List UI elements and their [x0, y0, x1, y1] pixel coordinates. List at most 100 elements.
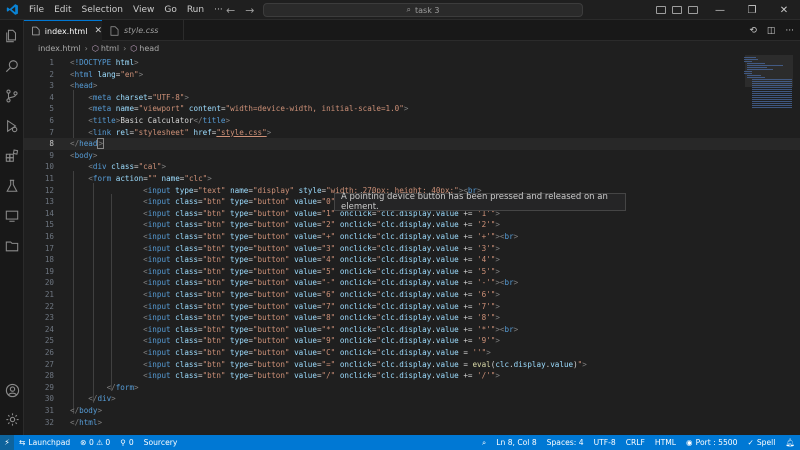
menu-selection[interactable]: Selection	[77, 0, 128, 20]
search-text: task 3	[415, 5, 440, 15]
search-icon[interactable]	[0, 54, 24, 78]
menu-go[interactable]: Go	[159, 0, 181, 20]
breadcrumb-element-icon: ⬡	[91, 43, 99, 53]
editor-actions: ⟲ ◫ ···	[749, 20, 794, 41]
chevron-right-icon: ›	[84, 43, 88, 53]
code-line: 4 <meta charset="UTF-8">	[49, 92, 189, 102]
zoom-icon[interactable]: ⌕	[477, 438, 491, 448]
code-line: 16 <input class="btn" type="button" valu…	[44, 232, 519, 241]
code-line: 20 <input class="btn" type="button" valu…	[44, 278, 519, 288]
code-line: 6 <title>Basic Calculator</title>	[49, 116, 231, 125]
port-label: Port : 5500	[695, 438, 738, 447]
code-line: 24 <input class="btn" type="button" valu…	[44, 324, 519, 334]
language-mode[interactable]: HTML	[650, 438, 681, 447]
remote-explorer-icon[interactable]	[0, 204, 24, 228]
indentation[interactable]: Spaces: 4	[542, 438, 589, 447]
activity-bar	[0, 20, 24, 435]
code-line: 27 <input class="btn" type="button" valu…	[44, 359, 587, 369]
extensions-icon[interactable]	[0, 144, 24, 168]
menu-run[interactable]: Run	[182, 0, 209, 20]
notifications-bell-icon[interactable]: 🔔︎	[780, 438, 800, 447]
vscode-logo-icon	[0, 0, 24, 20]
menu-file[interactable]: File	[24, 0, 49, 20]
tab-label: style.css	[124, 26, 159, 35]
more-actions-icon[interactable]: ···	[785, 26, 794, 36]
broadcast-icon: ◉	[686, 438, 693, 447]
antenna-icon: ⚲	[120, 438, 126, 447]
ports-count: 0	[128, 438, 134, 447]
run-debug-icon[interactable]	[0, 114, 24, 138]
code-line: 31 </body>	[44, 406, 103, 415]
file-icon	[32, 26, 40, 36]
menu-view[interactable]: View	[128, 0, 159, 20]
code-line: 23 <input class="btn" type="button" valu…	[44, 313, 500, 323]
tab-index-html[interactable]: index.html ✕	[24, 20, 102, 41]
close-window-button[interactable]: ✕	[768, 5, 800, 16]
line-endings[interactable]: CRLF	[621, 438, 650, 447]
testing-icon[interactable]	[0, 174, 24, 198]
code-line: 2 <html lang="en">	[49, 69, 144, 79]
settings-gear-icon[interactable]	[0, 407, 24, 431]
sourcery-item[interactable]: Sourcery	[139, 438, 183, 447]
file-icon	[110, 25, 119, 36]
code-line: 3 <head>	[49, 81, 98, 91]
status-bar: ⚡ ⇆ Launchpad ⊗ 0 ⚠ 0 ⚲ 0 Sourcery ⌕ Ln …	[0, 435, 800, 450]
history-icon[interactable]: ⟲	[749, 26, 757, 36]
window-controls: — ❐ ✕	[704, 0, 800, 20]
code-line: 22 <input class="btn" type="button" valu…	[44, 301, 500, 311]
back-arrow-icon[interactable]: ←	[226, 4, 235, 17]
code-line: 17 <input class="btn" type="button" valu…	[44, 243, 500, 253]
code-line: 18 <input class="btn" type="button" valu…	[44, 255, 500, 265]
close-icon[interactable]: ✕	[94, 26, 102, 36]
toggle-primary-sidebar-icon[interactable]	[656, 6, 666, 14]
toggle-panel-icon[interactable]	[672, 6, 682, 14]
layout-controls	[656, 0, 698, 20]
breadcrumb: index.html › ⬡ html › ⬡ head	[24, 41, 800, 55]
tooltip-text: A pointing device button has been presse…	[341, 192, 608, 212]
live-server-port[interactable]: ◉ Port : 5500	[681, 438, 742, 447]
code-line: 19 <input class="btn" type="button" valu…	[44, 266, 500, 276]
command-center-search[interactable]: ⌕ task 3	[263, 3, 583, 17]
explorer-icon[interactable]	[0, 24, 24, 48]
menu-edit[interactable]: Edit	[49, 0, 76, 20]
breadcrumb-file[interactable]: index.html	[38, 44, 81, 53]
menu-bar: File Edit Selection View Go Run ···	[24, 0, 228, 20]
launchpad-icon: ⇆	[19, 438, 26, 447]
code-line: 32 </html>	[44, 417, 103, 427]
check-icon: ✓	[747, 438, 754, 447]
minimize-button[interactable]: —	[704, 5, 736, 16]
menu-more[interactable]: ···	[209, 0, 228, 20]
code-line: 1 <!DOCTYPE html>	[49, 58, 139, 67]
split-editor-icon[interactable]: ◫	[767, 26, 776, 36]
ports-item[interactable]: ⚲ 0	[115, 438, 138, 447]
spell-label: Spell	[756, 438, 776, 447]
encoding[interactable]: UTF-8	[589, 438, 621, 447]
minimap[interactable]	[742, 55, 792, 115]
maximize-button[interactable]: ❐	[736, 5, 768, 16]
cursor-position[interactable]: Ln 8, Col 8	[491, 438, 541, 447]
tab-style-css[interactable]: style.css	[102, 20, 184, 41]
breadcrumb-element-icon: ⬡	[130, 43, 138, 53]
editor-tab-bar: index.html ✕ style.css ⟲ ◫ ···	[24, 20, 800, 41]
code-line: 28 <input class="btn" type="button" valu…	[44, 371, 500, 381]
launchpad-label: Launchpad	[28, 438, 71, 447]
chevron-right-icon: ›	[123, 43, 127, 53]
code-line: 10 <div class="cal">	[44, 162, 167, 172]
folder-icon[interactable]	[0, 234, 24, 258]
breadcrumb-html[interactable]: html	[101, 44, 119, 53]
toggle-secondary-sidebar-icon[interactable]	[688, 6, 698, 14]
code-editor[interactable]: 1 <!DOCTYPE html> 2 <html lang="en"> 3 <hea…	[24, 55, 800, 435]
forward-arrow-icon[interactable]: →	[245, 4, 254, 17]
code-line-current: 8 </head>	[24, 138, 800, 150]
hover-tooltip: A pointing device button has been presse…	[334, 192, 626, 212]
problems-item[interactable]: ⊗ 0 ⚠ 0	[75, 438, 115, 447]
spell-check[interactable]: ✓ Spell	[742, 438, 780, 447]
breadcrumb-head[interactable]: head	[139, 44, 159, 53]
account-icon[interactable]	[0, 378, 24, 402]
code-line: 5 <meta name="viewport" content="width=d…	[49, 104, 409, 114]
code-line: 7 <link rel="stylesheet" href="style.css…	[49, 127, 272, 137]
source-control-icon[interactable]	[0, 84, 24, 108]
tab-label: index.html	[44, 26, 88, 36]
launchpad-item[interactable]: ⇆ Launchpad	[14, 438, 75, 447]
remote-indicator-icon[interactable]: ⚡	[0, 435, 14, 450]
